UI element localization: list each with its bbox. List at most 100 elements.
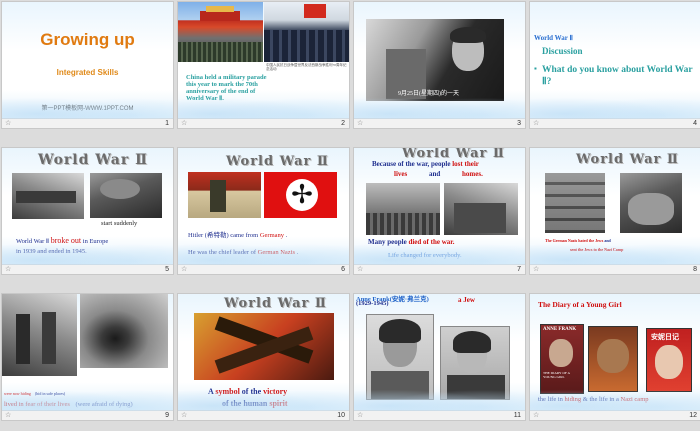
slide-title: World War Ⅱ — [226, 154, 329, 169]
star-icon: ☆ — [357, 119, 364, 127]
slide-number: 4 — [693, 120, 697, 127]
book-subtitle-1: THE DIARY OF A YOUNG GIRL — [543, 371, 570, 379]
slide-8[interactable]: World War Ⅱ The German Nazis hated the J… — [530, 148, 700, 274]
slide-title: The Diary of a Young Girl — [538, 300, 622, 309]
slide-number: 11 — [513, 412, 521, 419]
star-icon: ☆ — [181, 119, 188, 127]
text-lost: lost their — [452, 160, 479, 168]
slide-changed-line: Life changed for everybody. — [388, 252, 462, 259]
train-photo — [12, 173, 84, 219]
slide-footer — [530, 410, 700, 420]
slide-line-2: in 1939 and ended in 1945. — [16, 248, 87, 255]
star-icon: ☆ — [533, 411, 540, 419]
slide-line-2: of the human spirit — [222, 399, 288, 408]
text-leader: He was the chief leader of — [188, 249, 257, 256]
book-title-3: 安妮日记 — [651, 333, 679, 341]
text-hiding: hiding — [564, 396, 582, 403]
slide-number: 5 — [165, 266, 169, 273]
photo-caption: 9月25日(星期四)的一天 — [398, 91, 459, 97]
camp-photo-1 — [545, 173, 605, 233]
star-icon: ☆ — [357, 265, 364, 273]
text-spirit: spirit — [269, 399, 288, 408]
text-of-the: of the — [241, 387, 262, 396]
anne-portrait-2 — [440, 326, 510, 400]
swastika-flag: ✢ — [264, 172, 337, 218]
slide-title: World War Ⅱ — [38, 152, 148, 168]
slide-footer — [178, 410, 349, 420]
slide-footer — [2, 410, 173, 420]
slide-2[interactable]: 中国人民抗日战争暨世界反法西斯战争胜利70周年纪念活动 China held a… — [178, 2, 349, 128]
poster-photo — [188, 172, 261, 218]
text-nazis: German Nazis — [257, 249, 296, 256]
slide-heading-line-2: lives and homes. — [394, 170, 483, 178]
start-suddenly: start suddenly — [101, 220, 138, 227]
slide-footer — [354, 264, 525, 274]
text-hiding: were now hiding — [4, 391, 31, 396]
slide-caption: the life in hiding & the life in a Nazi … — [538, 396, 649, 403]
slide-number: 8 — [693, 266, 697, 273]
star-icon: ☆ — [5, 411, 12, 419]
slide-title: World War Ⅱ — [224, 296, 327, 311]
text-and: and — [428, 170, 441, 178]
slide-sorter-grid: Growing up Integrated Skills 第一PPT模板网-WW… — [0, 0, 700, 431]
soldiers-photo — [264, 2, 349, 62]
slide-jew: a Jew — [458, 296, 475, 304]
discussion-label: Discussion — [542, 46, 583, 56]
text-died: died of the war. — [408, 238, 455, 246]
slide-hiding-line: were now hiding (hid in safe places) — [4, 391, 65, 396]
slide-line-1: A symbol of the victory — [208, 387, 287, 396]
slide-heading: World War Ⅱ — [534, 34, 573, 42]
slide-footer — [530, 118, 700, 128]
star-icon: ☆ — [181, 411, 188, 419]
text-life-in: the life in — [538, 396, 563, 403]
book-cover-2 — [588, 326, 638, 392]
text-fear: lived in fear of their lives — [4, 401, 70, 408]
text-germany: Germany — [259, 232, 285, 239]
slide-11[interactable]: Anne Frank(安妮·弗兰克) (1929-1945) a Jew ☆ 1… — [354, 294, 525, 420]
slide-9[interactable]: were now hiding (hid in safe places) liv… — [2, 294, 173, 420]
slide-5[interactable]: World War Ⅱ start suddenly World War Ⅱ b… — [2, 148, 173, 274]
text-homes: homes. — [462, 170, 483, 178]
slide-subtitle: Integrated Skills — [56, 68, 119, 77]
slide-footer — [2, 118, 173, 128]
slide-12[interactable]: The Diary of a Young Girl ANNE FRANK THE… — [530, 294, 700, 420]
book-cover-1: ANNE FRANK THE DIARY OF A YOUNG GIRL — [540, 324, 584, 394]
slide-line-1: World War Ⅱ broke out in Europe — [16, 236, 108, 245]
text-hitler: Hitler (希特勒) came from — [188, 232, 259, 239]
text-a: A — [208, 387, 214, 396]
slide-7[interactable]: World War Ⅱ Because of the war, people l… — [354, 148, 525, 274]
slide-6[interactable]: World War Ⅱ ✢ Hitler (希特勒) came from Ger… — [178, 148, 349, 274]
slide-footer — [354, 118, 525, 128]
slide-10[interactable]: World War Ⅱ A symbol of the victory of t… — [178, 294, 349, 420]
text-symbol: symbol — [215, 387, 240, 396]
text-broke-out: broke out — [50, 236, 82, 245]
slide-caption: China held a military parade this year t… — [186, 74, 267, 102]
slide-died-line: Many people died of the war. — [368, 238, 454, 246]
slide-footer — [178, 118, 349, 128]
slide-4[interactable]: World War Ⅱ Discussion ▪ What do you kno… — [530, 2, 700, 128]
slide-title: Growing up — [40, 30, 135, 49]
star-icon: ☆ — [5, 265, 12, 273]
slide-number: 10 — [337, 412, 345, 419]
text-nazi-camp: Nazi camp — [620, 396, 649, 403]
text-hated: hated the Jews — [578, 238, 604, 243]
slide-number: 6 — [341, 266, 345, 273]
bullet-icon: ▪ — [534, 64, 537, 73]
slide-line-1: Hitler (希特勒) came from Germany . — [188, 232, 288, 239]
slide-number: 3 — [517, 120, 521, 127]
text-in-europe: in Europe — [82, 238, 109, 245]
slide-heading-line-1: Because of the war, people lost their — [372, 160, 479, 168]
text-safe-places: (hid in safe places) — [34, 391, 66, 396]
slide-number: 7 — [517, 266, 521, 273]
text-because: Because of the war, people — [372, 160, 451, 168]
text-afraid: (were afraid of dying) — [75, 401, 133, 408]
slide-3[interactable]: 9月25日(星期四)的一天 ☆ 3 — [354, 2, 525, 128]
slide-line-2: He was the chief leader of German Nazis … — [188, 249, 299, 256]
text-human: of the human — [222, 399, 268, 408]
slide-1[interactable]: Growing up Integrated Skills 第一PPT模板网-WW… — [2, 2, 173, 128]
children-photo — [2, 294, 77, 376]
slide-caption-1: The German Nazis hated the Jews and — [545, 238, 611, 243]
slide-title: World War Ⅱ — [576, 152, 679, 167]
slide-years: (1929-1945) — [356, 300, 389, 307]
war-scene-photo-2 — [444, 183, 518, 235]
